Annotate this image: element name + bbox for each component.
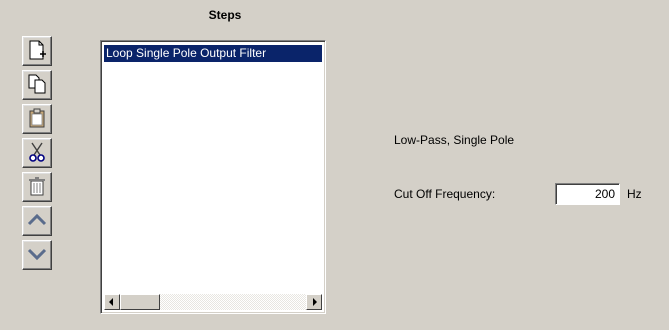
cut-step-button[interactable] xyxy=(22,138,52,168)
cutoff-frequency-input[interactable] xyxy=(555,183,620,205)
trash-icon xyxy=(26,175,48,200)
copy-icon xyxy=(26,73,48,98)
filter-type-label: Low-Pass, Single Pole xyxy=(394,133,515,147)
cutoff-frequency-label: Cut Off Frequency: xyxy=(394,187,496,201)
delete-step-button[interactable] xyxy=(22,172,52,202)
steps-toolbar xyxy=(22,36,54,274)
chevron-up-icon xyxy=(26,209,48,234)
triangle-right-icon xyxy=(310,295,318,309)
new-document-icon xyxy=(26,39,48,64)
list-item[interactable]: Loop Single Pole Output Filter xyxy=(104,45,322,62)
cutoff-unit-label: Hz xyxy=(627,187,642,201)
horizontal-scrollbar[interactable] xyxy=(104,294,322,310)
move-up-button[interactable] xyxy=(22,206,52,236)
steps-list[interactable]: Loop Single Pole Output Filter xyxy=(100,40,326,314)
scroll-track[interactable] xyxy=(120,294,306,310)
copy-step-button[interactable] xyxy=(22,70,52,100)
chevron-down-icon xyxy=(26,243,48,268)
new-step-button[interactable] xyxy=(22,36,52,66)
triangle-left-icon xyxy=(108,295,116,309)
move-down-button[interactable] xyxy=(22,240,52,270)
scroll-left-button[interactable] xyxy=(104,294,120,310)
scroll-thumb[interactable] xyxy=(120,294,160,310)
steps-title: Steps xyxy=(208,8,242,22)
clipboard-icon xyxy=(26,107,48,132)
scissors-icon xyxy=(26,141,48,166)
paste-step-button[interactable] xyxy=(22,104,52,134)
scroll-right-button[interactable] xyxy=(306,294,322,310)
